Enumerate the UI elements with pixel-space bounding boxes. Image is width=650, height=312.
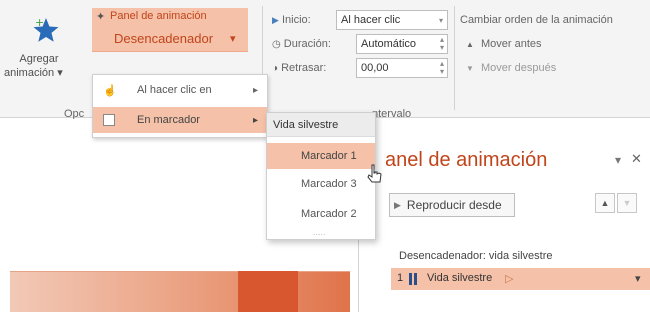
bookmark-menu-header: Vida silvestre — [267, 113, 375, 137]
animation-pane-icon: ✦ — [96, 11, 106, 23]
agregar-label: Agregar — [19, 53, 59, 65]
desencadenador-label: Desencadenador — [114, 31, 214, 46]
panel-animacion-button[interactable]: ✦ Panel de animación — [92, 8, 248, 26]
pane-options-icon[interactable]: ▾ — [615, 153, 621, 167]
bookmark-icon — [103, 114, 115, 126]
retrasar-spinner[interactable]: 00,00 ▴ ▾ — [356, 58, 448, 78]
inicio-label: ▶ Inicio: — [272, 14, 311, 26]
chevron-down-icon: ▼ — [622, 198, 632, 208]
menu-item-en-marcador[interactable]: En marcador ▸ — [93, 107, 267, 133]
reproducir-desde-button[interactable]: ▶ Reproducir desde — [389, 193, 515, 217]
inicio-select[interactable]: Al hacer clic ▾ — [336, 10, 448, 30]
trigger-group-label: Desencadenador: vida silvestre — [399, 250, 553, 262]
cambiar-orden-label: Cambiar orden de la animación — [460, 14, 613, 26]
menu-resize-grip[interactable]: ..... — [313, 227, 326, 237]
panel-animacion-label: Panel de animación — [110, 10, 207, 22]
mouse-cursor-icon — [366, 164, 384, 191]
dropdown-icon: ▾ — [438, 16, 443, 25]
submenu-arrow-icon: ▸ — [253, 84, 259, 96]
trigger-menu: ☝ Al hacer clic en ▸ En marcador ▸ — [92, 74, 268, 138]
move-down-button[interactable]: ▼ — [617, 193, 637, 213]
click-cursor-icon: ☝ — [103, 84, 117, 97]
mover-despues-button[interactable]: ▼ Mover después — [466, 62, 556, 74]
move-up-button[interactable]: ▲ — [595, 193, 615, 213]
pane-title: anel de animación — [385, 149, 548, 171]
retrasar-label: ◑ Retrasar: — [272, 62, 327, 74]
bookmark-item-marcador-2[interactable]: Marcador 2 — [267, 201, 375, 227]
chevron-up-icon: ▲ — [600, 198, 610, 208]
animation-item-label: Vida silvestre — [427, 272, 493, 284]
bookmark-item-marcador-1[interactable]: Marcador 1 — [267, 143, 375, 169]
agregar-dropdown-icon[interactable]: ▾ — [57, 67, 63, 79]
duracion-label: ◷ Duración: — [272, 38, 331, 50]
agregar-animacion-button[interactable]: + Agregar animación ▾ — [4, 12, 82, 100]
desencadenador-button[interactable]: Desencadenador ▾ — [92, 26, 248, 52]
bookmark-item-marcador-3[interactable]: Marcador 3 — [267, 171, 375, 197]
svg-text:+: + — [35, 16, 44, 29]
move-down-icon: ▼ — [466, 64, 474, 73]
chevron-down-icon: ▾ — [230, 33, 236, 45]
move-up-icon: ▲ — [466, 40, 474, 49]
animation-effect-icon-2 — [414, 273, 417, 285]
animation-pane: anel de animación ▾ ✕ ▶ Reproducir desde… — [358, 119, 650, 312]
close-icon[interactable]: ✕ — [631, 151, 642, 167]
animation-item-index: 1 — [397, 272, 404, 284]
timeline-marker-icon: ▷ — [505, 273, 514, 285]
animation-effect-icon — [409, 273, 412, 285]
bookmark-submenu: Vida silvestre Marcador 1 Marcador 3 Mar… — [266, 112, 376, 240]
spinner-arrows-icon: ▴ ▾ — [439, 59, 444, 76]
mover-antes-button[interactable]: ▲ Mover antes — [466, 38, 542, 50]
slide-shape — [10, 271, 350, 312]
duracion-spinner[interactable]: Automático ▴ ▾ — [356, 34, 448, 54]
play-icon: ▶ — [394, 199, 401, 210]
submenu-arrow-icon: ▸ — [253, 114, 259, 126]
animation-list-item[interactable]: 1 Vida silvestre ▷ ▾ — [391, 268, 650, 290]
animacion-label: animación ▾ — [4, 67, 63, 79]
add-animation-star-icon: + — [32, 16, 60, 44]
menu-item-al-hacer-clic-en[interactable]: ☝ Al hacer clic en ▸ — [93, 77, 267, 103]
item-dropdown-icon[interactable]: ▾ — [635, 272, 641, 285]
spinner-arrows-icon: ▴ ▾ — [439, 35, 444, 52]
slide-shape-dark — [238, 271, 298, 312]
divider — [454, 6, 455, 110]
